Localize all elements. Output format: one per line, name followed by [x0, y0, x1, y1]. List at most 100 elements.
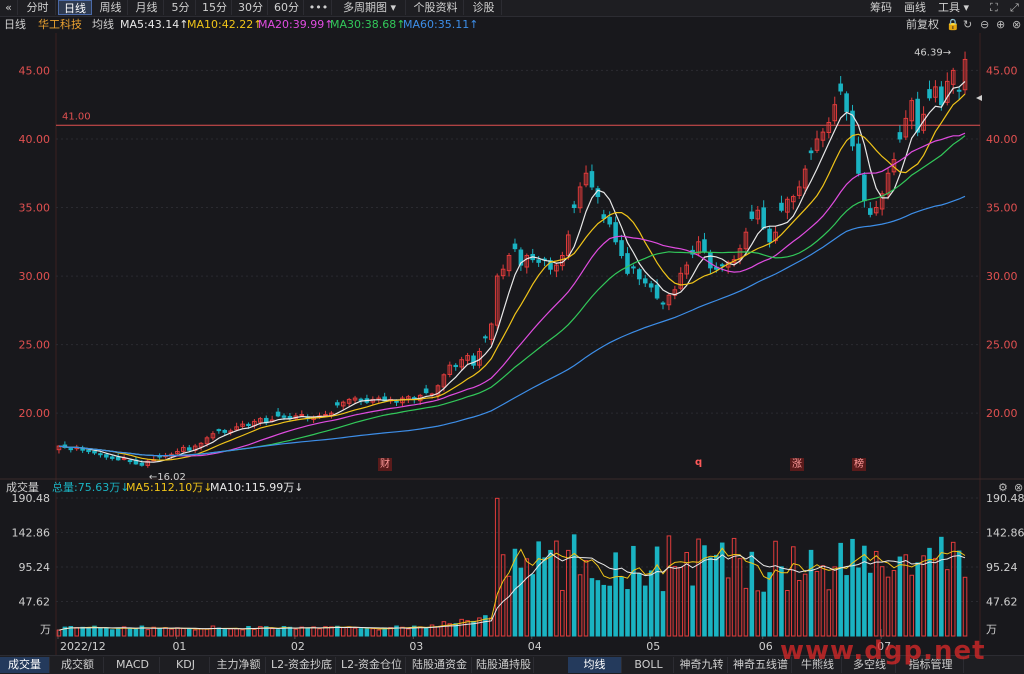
volume-bar — [944, 569, 950, 637]
indicator-tab[interactable]: 陆股通资金 — [408, 657, 472, 673]
price-tick-left: 20.00 — [19, 407, 51, 420]
candle-body — [109, 456, 115, 459]
overlay-tab[interactable]: 神奇九转 — [676, 657, 728, 673]
price-tick-right: 35.00 — [986, 202, 1018, 215]
ma-value: MA5:43.14↑ — [120, 18, 189, 31]
top-toolbar: « 分时 日线 周线 月线 5分 15分 30分 60分 ••• 多周期图 ▾ 个股资料 诊股 筹码 … — [0, 0, 1024, 17]
close-icon[interactable]: ⊗ — [1012, 17, 1021, 33]
ma30-line — [58, 135, 966, 457]
stock-name: 华工科技 — [38, 18, 82, 31]
date-label: 03 — [409, 640, 423, 653]
price-tick-right: 45.00 — [986, 64, 1018, 77]
toolbar-tab[interactable]: 15分 — [198, 0, 232, 15]
indicator-tab[interactable]: 主力净额 — [212, 657, 266, 673]
price-tick-left: 25.00 — [19, 339, 51, 352]
volume-ma10-line — [58, 552, 966, 631]
volume-bar — [802, 573, 808, 637]
volume-bar — [518, 567, 524, 637]
volume-bar — [619, 576, 624, 637]
candle-body — [139, 462, 145, 466]
volume-unit-right: 万 — [986, 623, 997, 636]
chip-distribution-button[interactable]: 筹码 — [870, 0, 892, 15]
toolbar-tab[interactable]: 多周期图 ▾ — [334, 0, 406, 15]
event-marker-financial[interactable]: 财 — [378, 458, 392, 471]
candle-body — [648, 283, 654, 288]
overlay-tab[interactable]: 均线 — [568, 657, 622, 673]
candle-body — [702, 239, 707, 252]
volume-bar — [548, 549, 553, 637]
toolbar-tab[interactable]: 日线 — [58, 0, 92, 15]
volume-bar — [358, 628, 364, 637]
candle-body — [637, 269, 642, 280]
support-line-label: 41.00 — [62, 111, 91, 122]
volume-bar — [133, 628, 139, 637]
adjust-mode[interactable]: 前复权 — [906, 17, 939, 33]
toolbar-tab[interactable]: 周线 — [94, 0, 128, 15]
candle-body — [92, 450, 97, 454]
ma10-line — [58, 93, 966, 461]
indicator-tab[interactable]: 成交额 — [52, 657, 104, 673]
event-marker-q[interactable]: q — [693, 456, 704, 469]
volume-bar — [873, 550, 879, 637]
zoom-in-icon[interactable]: ⊕ — [996, 17, 1005, 33]
fullscreen-icon[interactable]: ⛶ — [990, 0, 998, 15]
event-marker-list[interactable]: 榜 — [852, 458, 866, 471]
indicator-tab[interactable]: L2-资金抄底 — [268, 657, 336, 673]
toolbar-tab[interactable]: 30分 — [234, 0, 268, 15]
indicator-tab[interactable]: 陆股通持股 — [474, 657, 534, 673]
toolbar-tab[interactable]: 诊股 — [466, 0, 502, 15]
candle-body — [642, 278, 648, 284]
volume-bar — [654, 546, 660, 637]
volume-bar — [862, 545, 867, 637]
volume-bar — [696, 538, 701, 637]
high-price-label: 46.39→ — [914, 48, 951, 59]
volume-bar — [779, 566, 784, 637]
volume-settings-icon[interactable]: ⚙ — [998, 480, 1008, 496]
toolbar-tab[interactable]: 个股资料 — [408, 0, 464, 15]
volume-unit-left: 万 — [40, 623, 51, 636]
expand-icon[interactable]: ⤢ — [1010, 0, 1019, 15]
lock-icon[interactable]: 🔒 — [946, 17, 960, 33]
ma-value: MA20:39.99↑ — [258, 18, 334, 31]
volume-bar — [714, 554, 719, 637]
ma-legend: 日线 华工科技 均线 MA5:43.14↑ MA10:42.22↑ MA20:39.… — [0, 17, 1024, 33]
toolbar-tab[interactable]: 60分 — [270, 0, 304, 15]
back-icon[interactable]: « — [0, 0, 18, 15]
drawing-button[interactable]: 画线 — [904, 0, 926, 15]
candle-body — [589, 171, 595, 188]
toolbar-tab[interactable]: 月线 — [130, 0, 164, 15]
volume-bar — [104, 627, 109, 637]
volume-total: 总量:75.63万↓ — [52, 481, 130, 494]
tools-menu[interactable]: 工具 ▾ — [938, 0, 969, 15]
refresh-icon[interactable]: ↻ — [963, 17, 972, 33]
volume-bar — [228, 628, 233, 637]
volume-bar — [915, 562, 920, 637]
volume-bar — [246, 626, 251, 637]
volume-tick-left: 95.24 — [19, 561, 51, 574]
event-marker-limitup[interactable]: 涨 — [790, 458, 804, 471]
toolbar-tab[interactable]: ••• — [306, 0, 332, 15]
toolbar-tab[interactable]: 5分 — [166, 0, 196, 15]
indicator-tab[interactable]: KDJ — [162, 657, 210, 673]
volume-bar — [690, 585, 695, 637]
volume-label: 成交量 — [6, 481, 39, 494]
candle-body — [323, 414, 328, 417]
volume-bar — [637, 572, 642, 637]
candle-body — [453, 364, 459, 368]
indicator-tab[interactable]: MACD — [106, 657, 160, 673]
candle-body — [68, 448, 74, 451]
overlay-tab[interactable]: BOLL — [624, 657, 674, 673]
indicator-tab[interactable]: L2-资金仓位 — [338, 657, 406, 673]
toolbar-tab[interactable]: 分时 — [20, 0, 56, 15]
ma-label[interactable]: 均线 — [92, 17, 114, 33]
volume-bar — [613, 552, 618, 637]
kline-chart[interactable]: 45.00 45.00 40.00 40.00 35.00 35.00 30.00 30.00… — [0, 33, 1024, 655]
volume-bar — [820, 565, 826, 637]
volume-bar — [642, 585, 648, 637]
indicator-tab[interactable]: 成交量 — [0, 657, 50, 673]
zoom-out-icon[interactable]: ⊖ — [980, 17, 989, 33]
volume-close-icon[interactable]: ⊗ — [1014, 480, 1023, 496]
date-label: 04 — [528, 640, 542, 653]
volume-bar — [506, 575, 512, 637]
candle-body — [654, 284, 660, 299]
